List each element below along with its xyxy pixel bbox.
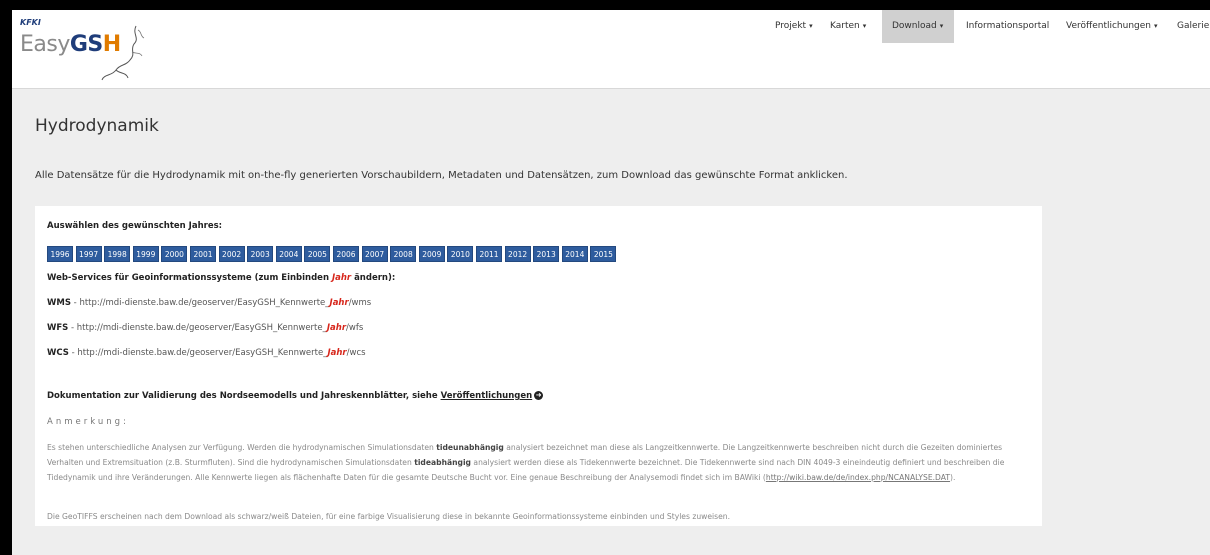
wcs-service[interactable]: WCS - http://mdi-dienste.baw.de/geoserve… [47,348,366,358]
wcs-url-b: /wcs [346,348,366,358]
nav-karten-label: Karten [830,21,860,31]
browser-viewport: KFKI EasyGSH Projekt ▾ Karten ▾ Download ▾ … [12,10,1210,555]
arrow-right-circle-icon[interactable]: ➜ [534,391,544,400]
year-select-label: Auswählen des gewünschten Jahres: [47,221,223,231]
nav-informationsportal[interactable]: Informationsportal [956,10,1054,43]
webservices-label-jahr: Jahr [331,273,352,283]
year-button-2014[interactable]: 2014 [561,246,588,262]
year-button-2012[interactable]: 2012 [504,246,531,262]
caret-down-icon: ▾ [809,22,813,30]
remark-t1: Es stehen unterschiedliche Analysen zur … [47,443,437,452]
wms-name: WMS [47,298,71,308]
publications-link[interactable]: Veröffentlichungen [441,391,533,401]
nav-veroeffentlichungen-label: Veröffentlichungen [1066,21,1151,31]
wcs-url-jahr: Jahr [327,348,347,358]
year-button-2008[interactable]: 2008 [390,246,417,262]
wms-url-b: /wms [348,298,372,308]
webservices-label: Web-Services für Geoinformationssysteme … [47,273,395,283]
nav-galerie-label: Galerie [1177,21,1210,31]
year-button-2000[interactable]: 2000 [161,246,188,262]
intro-text: Alle Datensätze für die Hydrodynamik mit… [35,170,848,181]
page-title: Hydrodynamik [35,116,159,136]
nav-informationsportal-label: Informationsportal [966,21,1050,31]
documentation-line: Dokumentation zur Validierung des Nordse… [47,391,544,401]
wms-service[interactable]: WMS - http://mdi-dienste.baw.de/geoserve… [47,298,371,308]
download-panel: Auswählen des gewünschten Jahres: 1996 19… [35,206,1042,526]
remark-t4: ). [949,473,956,482]
wfs-name: WFS [47,323,69,333]
easygsh-logo[interactable]: KFKI EasyGSH [18,18,163,86]
wfs-url-jahr: Jahr [326,323,347,333]
webservices-label-b: ändern): [351,273,396,283]
caret-down-icon: ▾ [939,22,944,30]
webservices-label-a: Web-Services für Geoinformationssysteme … [47,273,332,283]
nav-download[interactable]: Download ▾ [882,10,954,43]
bawiki-link[interactable]: http://wiki.baw.de/de/index.php/NCANALYS… [766,473,950,482]
year-button-1999[interactable]: 1999 [132,246,159,262]
wcs-url-a: - http://mdi-dienste.baw.de/geoserver/Ea… [68,348,328,358]
documentation-text: Dokumentation zur Validierung des Nordse… [47,391,441,401]
nav-karten[interactable]: Karten ▾ [820,10,882,43]
year-button-2006[interactable]: 2006 [333,246,359,262]
caret-down-icon: ▾ [1154,22,1158,30]
logo-fund-text: KFKI [20,18,41,27]
year-button-2015[interactable]: 2015 [590,246,617,262]
year-button-1997[interactable]: 1997 [75,246,102,262]
year-button-2001[interactable]: 2001 [190,246,216,262]
year-button-2003[interactable]: 2003 [247,246,274,262]
year-button-2013[interactable]: 2013 [533,246,560,262]
year-button-1996[interactable]: 1996 [47,246,73,262]
logo-easy: Easy [20,32,70,57]
geotiff-note: Die GeoTIFFS erscheinen nach dem Downloa… [47,512,730,521]
year-button-2011[interactable]: 2011 [476,246,502,262]
year-button-2002[interactable]: 2002 [218,246,245,262]
remark-heading: Anmerkung: [47,417,129,427]
wfs-service[interactable]: WFS - http://mdi-dienste.baw.de/geoserve… [47,323,363,333]
nav-download-label: Download [892,21,937,31]
wms-url-jahr: Jahr [329,298,349,308]
remark-b2: tideabhängig [414,458,471,467]
top-navbar: KFKI EasyGSH Projekt ▾ Karten ▾ Download ▾ … [12,10,1210,89]
nav-projekt-label: Projekt [775,21,807,31]
remark-paragraph: Es stehen unterschiedliche Analysen zur … [47,440,1007,485]
wcs-name: WCS [47,348,69,358]
nav-veroeffentlichungen[interactable]: Veröffentlichungen ▾ [1056,10,1162,43]
nav-projekt[interactable]: Projekt ▾ [765,10,820,43]
wfs-url-a: - http://mdi-dienste.baw.de/geoserver/Ea… [68,323,327,333]
year-button-2007[interactable]: 2007 [361,246,388,262]
year-button-1998[interactable]: 1998 [104,246,131,262]
year-button-2005[interactable]: 2005 [304,246,331,262]
nav-galerie[interactable]: Galerie [1167,10,1210,43]
year-button-2010[interactable]: 2010 [447,246,474,262]
year-button-2009[interactable]: 2009 [418,246,445,262]
caret-down-icon: ▾ [862,22,867,30]
coastline-map-icon [101,25,145,81]
year-button-2004[interactable]: 2004 [275,246,302,262]
remark-b1: tideunabhängig [436,443,504,452]
wfs-url-b: /wfs [346,323,364,333]
wms-url-a: - http://mdi-dienste.baw.de/geoserver/Ea… [70,298,330,308]
